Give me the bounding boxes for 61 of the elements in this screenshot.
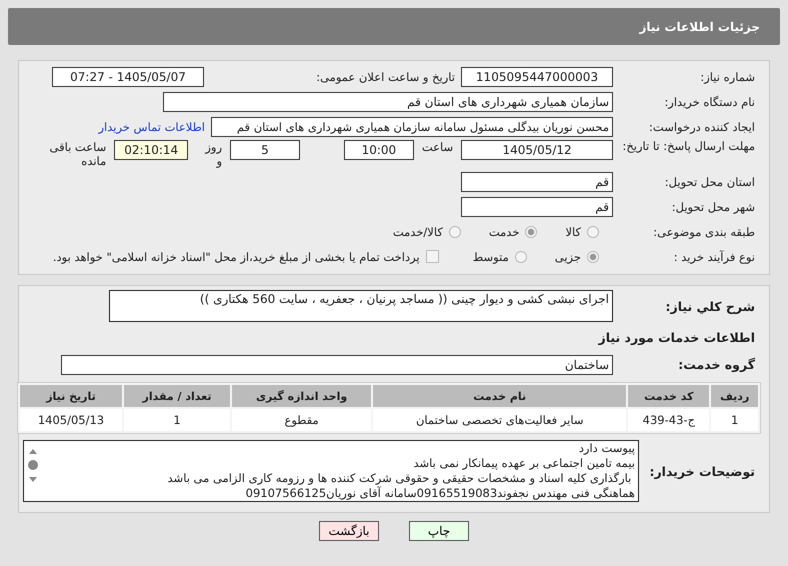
table-cell: 1405/05/13 [20, 409, 122, 431]
checkbox[interactable] [426, 250, 439, 263]
input-field[interactable]: سازمان همیاری شهرداری های استان قم [163, 92, 613, 112]
column-header: کد خدمت [628, 385, 710, 407]
back-button[interactable]: بازگشت [319, 521, 379, 541]
notes-field[interactable] [23, 440, 639, 502]
table-cell: 1 [124, 409, 230, 431]
note-line: بارگذاری کلیه اسناد و مشخصات حقیقی و حقوقی شرکت کننده ها و رزومه کاری الزامی می باشد [166, 471, 632, 486]
radio-button[interactable] [587, 226, 599, 238]
field-label: مهلت ارسال پاسخ: تا تاریخ: [621, 140, 756, 154]
table-cell: مقطوع [232, 409, 372, 431]
input-field[interactable]: قم [461, 196, 613, 216]
section-heading: اطلاعات خدمات مورد نیاز [598, 330, 756, 345]
note-line: پیوست دارد [578, 441, 635, 456]
field-label: ساعت [420, 140, 454, 154]
page-title: جزئیات اطلاعات نیاز [639, 20, 760, 34]
field-label: نام دستگاه خریدار: [663, 94, 756, 108]
field-label: طبقه بندی موضوعی: [652, 224, 756, 238]
column-header: تاریخ نیاز [20, 385, 122, 407]
field-label: ساعت باقی مانده [48, 140, 108, 168]
table-cell: 1 [711, 409, 758, 431]
field-label: استان محل تحویل: [664, 174, 756, 188]
table-cell: ج-43-439 [628, 409, 710, 431]
radio-label: کالا/خدمت [392, 224, 443, 238]
note-line: هماهنگی فنی مهندس نجفوند09165519083سامانه آقای نوریان09107566125 [244, 486, 635, 501]
print-button[interactable]: چاپ [409, 521, 469, 541]
input-field[interactable]: 1405/05/07 - 07:27 [52, 66, 204, 86]
radio-label: جزیی [554, 250, 581, 264]
description-field[interactable]: اجرای نبشی کشی و دیوار چینی (( مساجد پرنیان ، جعفریه ، سایت 560 هکتاری )) [109, 290, 613, 322]
contact-link[interactable]: اطلاعات تماس خریدار [98, 120, 205, 134]
radio-button[interactable] [587, 250, 599, 262]
input-field[interactable]: محسن نوریان بیدگلی مسئول سامانه سازمان همیاری شهرداری های استان قم [211, 116, 613, 136]
column-header: واحد اندازه گیری [232, 385, 372, 407]
radio-label: متوسط [472, 250, 509, 264]
input-field[interactable]: 1105095447000003 [461, 66, 613, 86]
field-label: توضیحات خریدار: [648, 464, 756, 478]
field-label: تاریخ و ساعت اعلان عمومی: [315, 70, 455, 84]
radio-label: کالا [565, 224, 581, 238]
checkbox-label: پرداخت تمام یا بخشی از مبلغ خرید،از محل "اسناد خزانه اسلامی" خواهد بود. [52, 250, 420, 264]
column-header: نام خدمت [373, 385, 626, 407]
field-label: شهر محل تحویل: [670, 200, 756, 214]
input-field[interactable]: 10:00 [344, 140, 414, 160]
field-label: گروه خدمت: [677, 357, 756, 372]
field-label: ایجاد کننده درخواست: [648, 120, 756, 134]
table-cell: سایر فعالیت‌های تخصصی ساختمان [373, 409, 626, 431]
input-field[interactable]: 5 [230, 140, 300, 160]
input-field[interactable]: قم [461, 172, 613, 192]
column-header: ردیف [711, 385, 758, 407]
radio-button[interactable] [448, 226, 461, 238]
input-field[interactable]: ساختمان [61, 354, 613, 374]
note-line: بیمه تامین اجتماعی بر عهده پیمانکار نمی باشد [412, 456, 635, 471]
radio-label: خدمت [488, 224, 520, 238]
countdown-field: 02:10:14 [114, 140, 188, 160]
radio-button[interactable] [514, 250, 527, 262]
column-header: تعداد / مقدار [124, 385, 230, 407]
field-label: شماره نیاز: [699, 70, 756, 84]
field-label: شرح کلي نياز: [664, 298, 756, 314]
field-label: روز و [204, 140, 224, 168]
radio-button[interactable] [525, 226, 538, 238]
field-label: نوع فرآیند خرید : [672, 250, 756, 264]
input-field[interactable]: 1405/05/12 [461, 140, 613, 160]
